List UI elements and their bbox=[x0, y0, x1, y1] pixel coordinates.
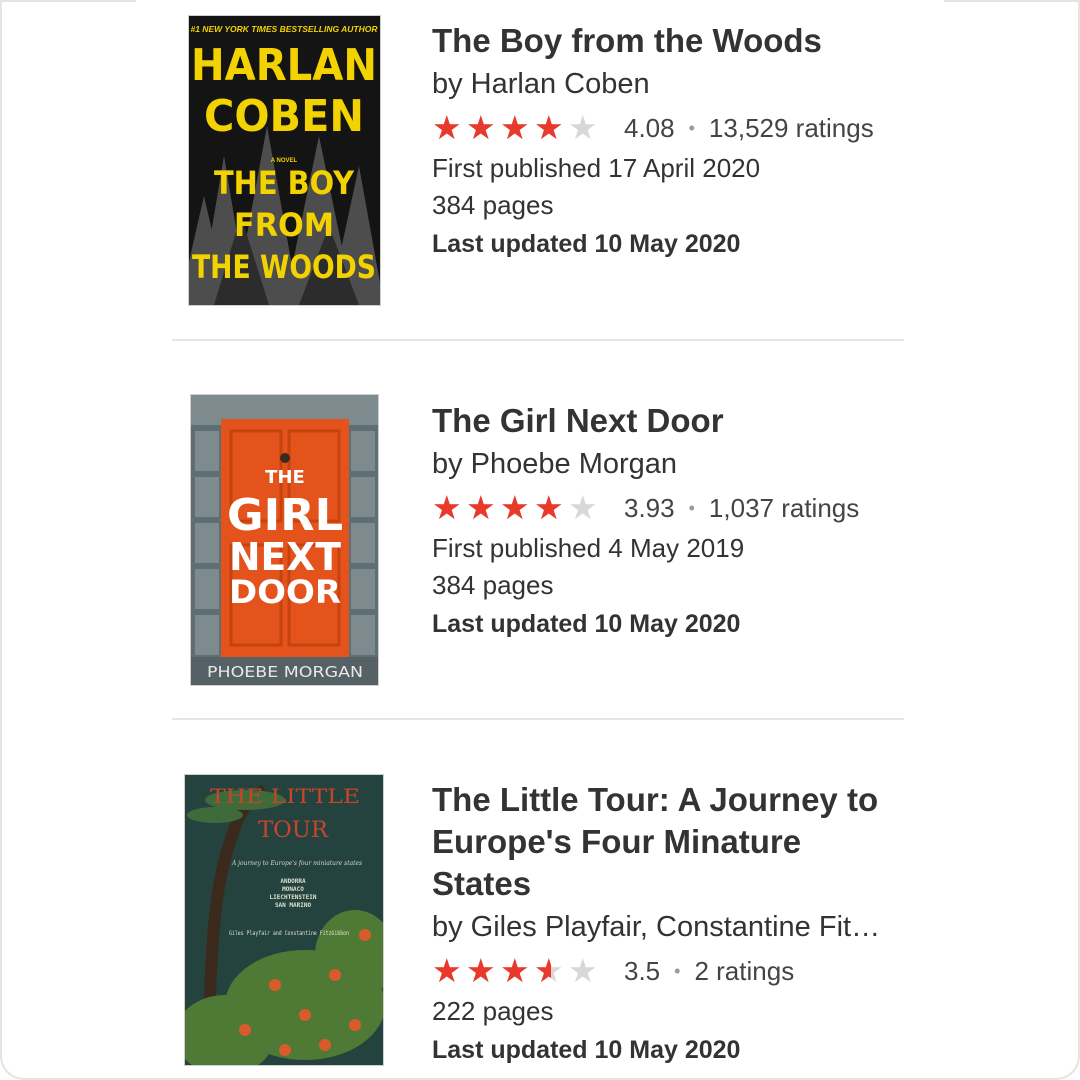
rating-row: ★★★★★★★★★★ 3.5 • 2 ratings bbox=[432, 949, 902, 993]
star-rating: ★★★★★★★★★★ bbox=[432, 489, 602, 526]
cover-author-last: COBEN bbox=[204, 91, 364, 142]
book-author[interactable]: by Harlan Coben bbox=[432, 64, 902, 104]
separator-dot: • bbox=[688, 497, 695, 518]
separator-dot: • bbox=[688, 117, 695, 138]
separator-dot: • bbox=[674, 960, 681, 981]
cover-title-3: THE WOODS bbox=[192, 248, 376, 286]
book-cover[interactable]: #1 NEW YORK TIMES BESTSELLING AUTHOR HAR… bbox=[189, 16, 380, 305]
star-icon: ★★ bbox=[500, 952, 530, 989]
cover-state: LIECHTENSTEIN bbox=[270, 894, 317, 901]
book-author[interactable]: by Phoebe Morgan bbox=[432, 444, 902, 484]
book-title[interactable]: The Boy from the Woods bbox=[432, 20, 902, 62]
rating-row: ★★★★★★★★★★ 3.93 • 1,037 ratings bbox=[432, 486, 902, 530]
book-list-item[interactable]: THE GIRL NEXT DOOR PHOEBE MORGAN The Gir… bbox=[0, 341, 1080, 719]
last-updated: Last updated 10 May 2020 bbox=[432, 610, 741, 638]
book-cover[interactable]: THE GIRL NEXT DOOR PHOEBE MORGAN bbox=[191, 395, 378, 685]
star-icon: ★★ bbox=[466, 109, 496, 146]
cover-title-2: TOUR bbox=[258, 818, 329, 843]
cover-title-1: THE bbox=[265, 467, 305, 488]
star-rating: ★★★★★★★★★★ bbox=[432, 952, 602, 989]
book-info: The Boy from the Woods by Harlan Coben ★… bbox=[432, 20, 902, 264]
book-info: The Girl Next Door by Phoebe Morgan ★ ★ ★ ★… bbox=[432, 400, 902, 644]
cover-title-4: DOOR bbox=[229, 573, 341, 611]
cover-title-1: THE LITTLE bbox=[210, 784, 360, 808]
star-icon: ★★ bbox=[534, 952, 564, 989]
cover-tagline: #1 NEW YORK TIMES BESTSELLING AUTHOR bbox=[190, 24, 378, 34]
star-icon: ★★ bbox=[500, 489, 530, 526]
star-icon: ★★ bbox=[568, 489, 598, 526]
book-list-item[interactable]: #1 NEW YORK TIMES BESTSELLING AUTHOR HAR… bbox=[0, 0, 1080, 340]
ratings-count: 2 ratings bbox=[694, 955, 795, 986]
average-rating: 4.08 bbox=[624, 112, 675, 143]
cover-subtitle: A journey to Europe's four miniature sta… bbox=[231, 860, 362, 867]
book-cover[interactable]: THE LITTLE TOUR A journey to Europe's fo… bbox=[185, 775, 383, 1065]
star-icon: ★★ bbox=[432, 109, 462, 146]
ratings-count: 1,037 ratings bbox=[708, 492, 860, 523]
page-count: 384 pages bbox=[432, 190, 554, 220]
book-list-item[interactable]: THE LITTLE TOUR A journey to Europe's fo… bbox=[0, 720, 1080, 1080]
average-rating: 3.93 bbox=[624, 492, 675, 523]
star-icon: ★★ bbox=[500, 109, 530, 146]
star-icon: ★★ bbox=[534, 489, 564, 526]
average-rating: 3.5 bbox=[624, 955, 661, 986]
ratings-count: 13,529 ratings bbox=[708, 112, 874, 143]
star-icon: ★★ bbox=[568, 109, 598, 146]
cover-title-2: FROM bbox=[234, 206, 334, 244]
star-rating: ★★★★★★★★★★ bbox=[432, 109, 602, 146]
page-count: 222 pages bbox=[432, 996, 554, 1026]
star-icon: ★★ bbox=[432, 952, 462, 989]
book-title[interactable]: The Little Tour: A Journey to Europe's F… bbox=[432, 779, 902, 905]
cover-title-1: THE BOY bbox=[214, 164, 355, 202]
rating-row: ★★★★★★★★★★ 4.08 • 13,529 ratings bbox=[432, 106, 902, 150]
cover-author: PHOEBE MORGAN bbox=[207, 663, 363, 681]
star-icon: ★★ bbox=[568, 952, 598, 989]
book-author[interactable]: by Giles Playfair, Constantine Fit… bbox=[432, 907, 902, 947]
cover-authors: Giles Playfair and Constantine FitzGibbo… bbox=[229, 930, 349, 937]
first-published: First published 4 May 2019 bbox=[432, 533, 745, 563]
book-title[interactable]: The Girl Next Door bbox=[432, 400, 902, 442]
book-info: The Little Tour: A Journey to Europe's F… bbox=[432, 779, 902, 1070]
page-count: 384 pages bbox=[432, 570, 554, 600]
star-icon: ★★ bbox=[534, 109, 564, 146]
first-published: First published 17 April 2020 bbox=[432, 153, 761, 183]
cover-author-first: HARLAN bbox=[191, 40, 377, 91]
cover-state: ANDORRA bbox=[280, 878, 306, 885]
last-updated: Last updated 10 May 2020 bbox=[432, 1036, 741, 1064]
cover-title-2: GIRL bbox=[227, 490, 343, 541]
cover-state: MONACO bbox=[282, 886, 304, 893]
star-icon: ★★ bbox=[466, 489, 496, 526]
star-icon: ★★ bbox=[432, 489, 462, 526]
cover-state: SAN MARINO bbox=[275, 902, 312, 909]
star-icon: ★★ bbox=[466, 952, 496, 989]
last-updated: Last updated 10 May 2020 bbox=[432, 230, 741, 258]
